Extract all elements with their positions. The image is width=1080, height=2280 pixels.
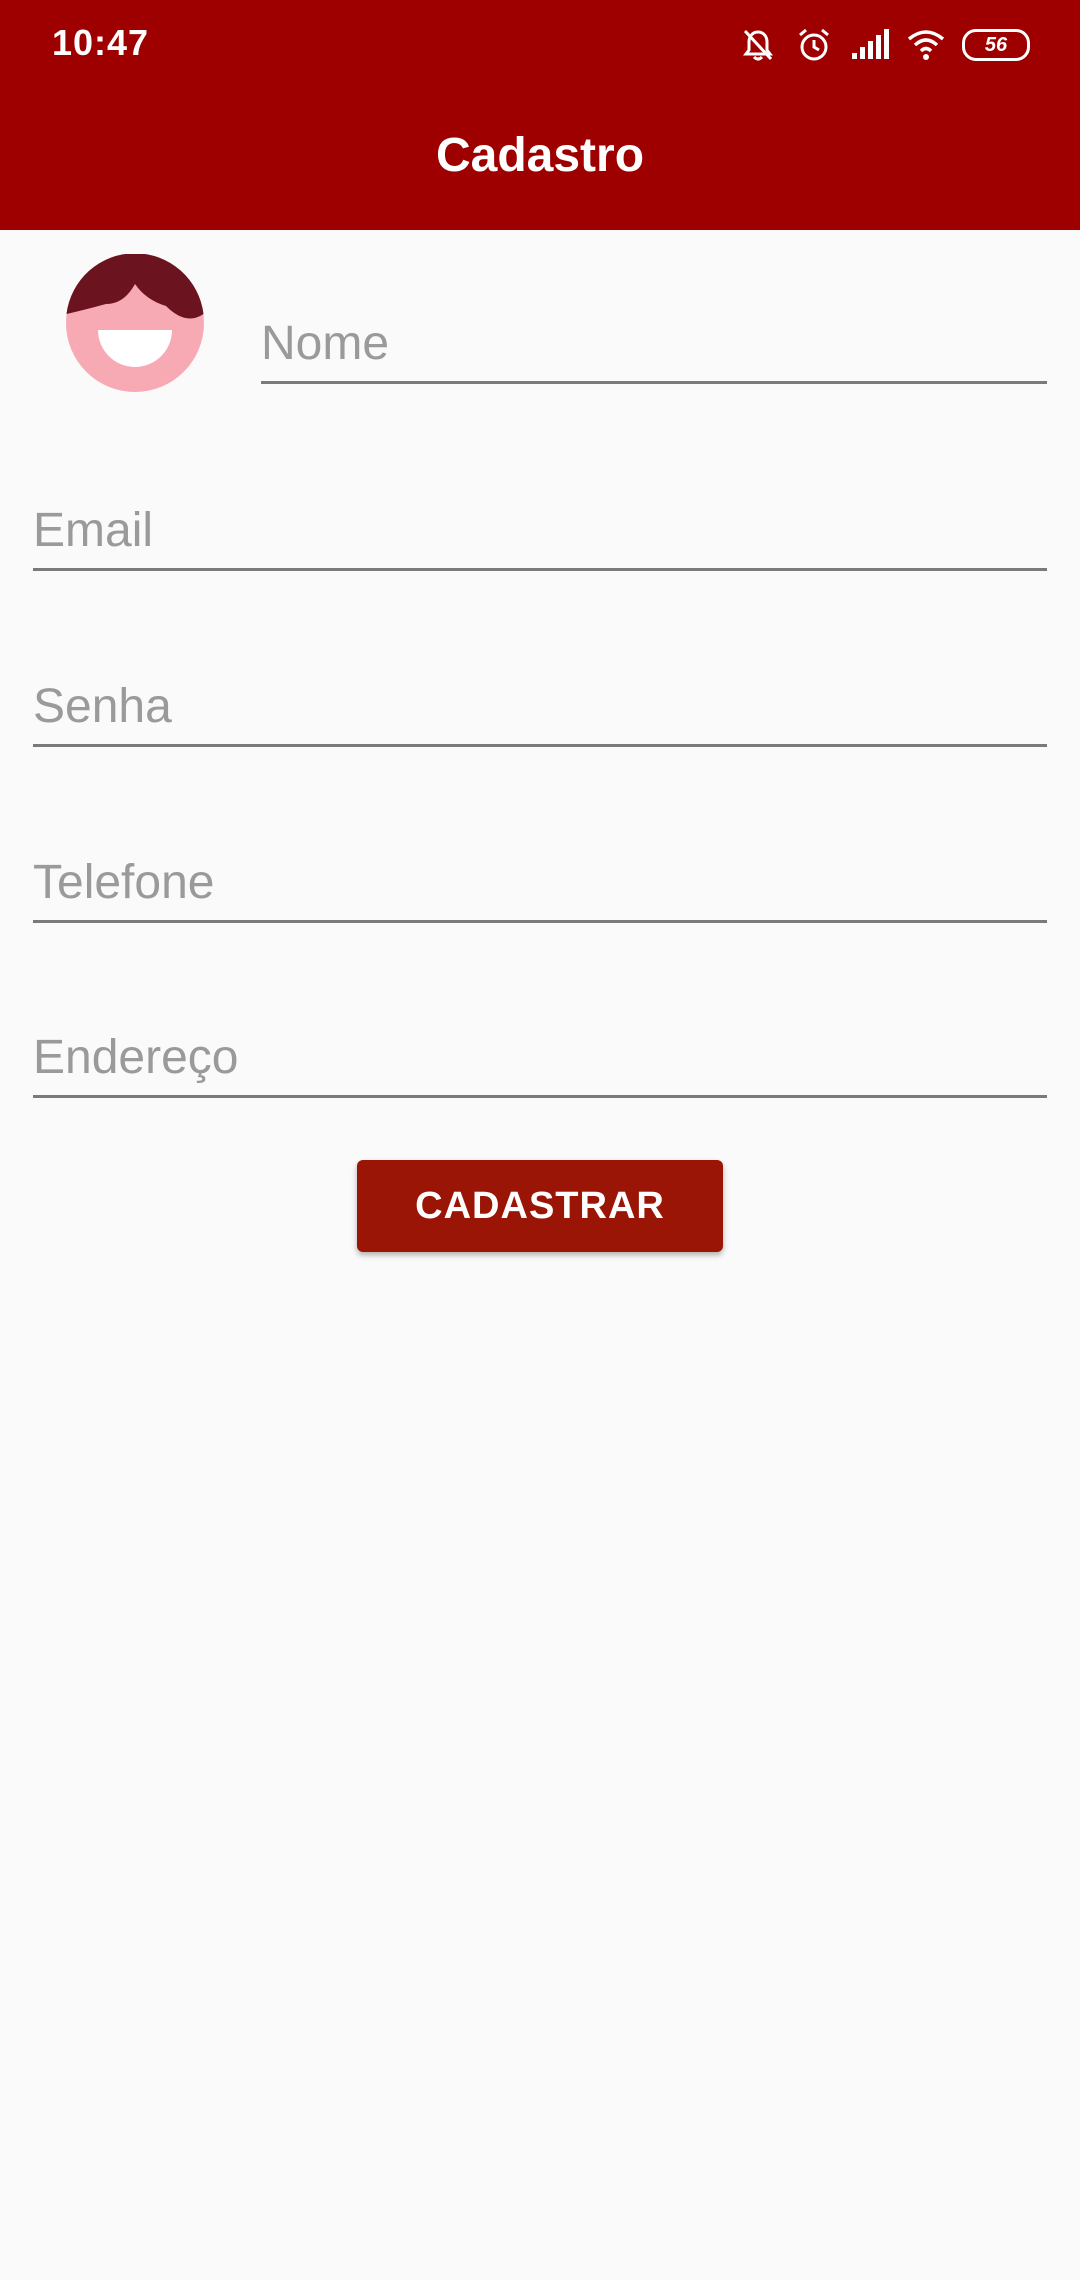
phone-field[interactable] xyxy=(33,855,1047,910)
battery-icon: 56 xyxy=(962,29,1030,61)
signal-icon xyxy=(850,25,890,65)
silent-icon xyxy=(738,25,778,65)
email-field[interactable] xyxy=(33,503,1047,558)
alarm-icon xyxy=(794,25,834,65)
submit-button[interactable]: CADASTRAR xyxy=(357,1160,723,1252)
page-title: Cadastro xyxy=(435,129,645,182)
status-time: 10:47 xyxy=(52,22,150,63)
wifi-icon xyxy=(906,25,946,65)
avatar-icon[interactable] xyxy=(66,253,204,392)
status-icons: 56 xyxy=(738,22,1030,68)
app-bar: 10:47 56 Cadastro xyxy=(0,0,1080,230)
address-field[interactable] xyxy=(33,1030,1047,1085)
address-field-container xyxy=(33,1022,1047,1098)
password-field-container xyxy=(33,671,1047,747)
name-field[interactable] xyxy=(261,316,1047,371)
email-field-container xyxy=(33,495,1047,571)
name-field-container xyxy=(261,308,1047,384)
password-field[interactable] xyxy=(33,679,1047,734)
phone-field-container xyxy=(33,847,1047,923)
